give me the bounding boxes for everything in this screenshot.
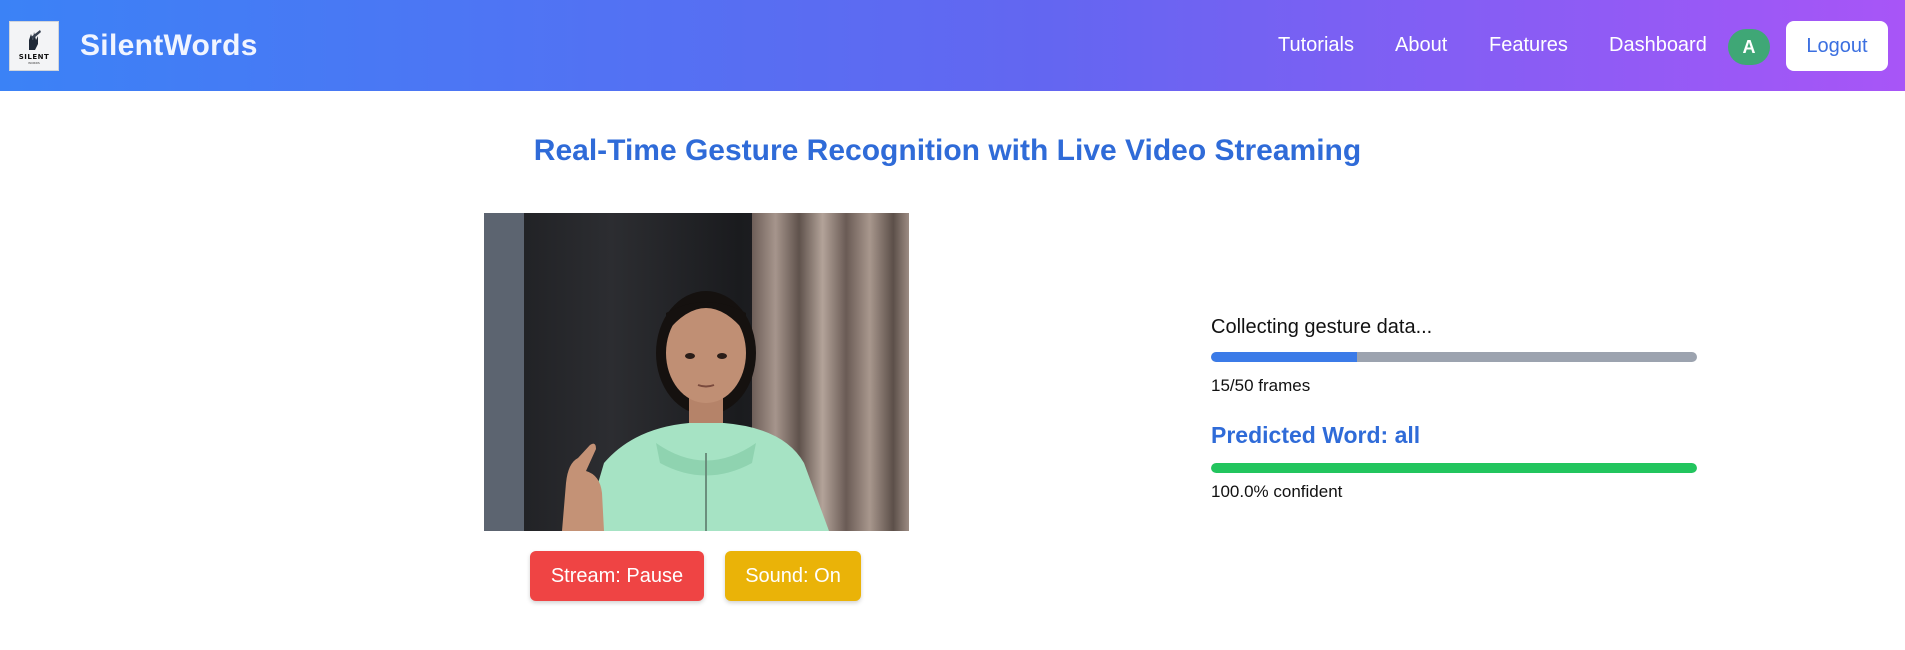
logo-subtext: WORDS <box>28 60 40 65</box>
navbar: SILENT WORDS SilentWords Tutorials About… <box>0 0 1905 91</box>
confidence-fill <box>1211 463 1697 473</box>
frame-progress-fill <box>1211 352 1357 362</box>
confidence-bar <box>1211 463 1697 473</box>
nav-link-dashboard[interactable]: Dashboard <box>1609 34 1707 57</box>
webcam-feed-image <box>484 213 909 531</box>
nav-link-tutorials[interactable]: Tutorials <box>1278 34 1354 57</box>
frame-progress-bar <box>1211 352 1697 362</box>
brand-logo[interactable]: SILENT WORDS <box>9 21 59 71</box>
logo-text: SILENT <box>18 52 50 61</box>
collection-status-text: Collecting gesture data... <box>1211 316 1433 338</box>
logout-button[interactable]: Logout <box>1786 21 1888 71</box>
live-video-stream <box>484 213 909 531</box>
page-title: Real-Time Gesture Recognition with Live … <box>533 134 1362 167</box>
hand-sign-logo-icon <box>29 29 41 50</box>
sound-toggle-button[interactable]: Sound: On <box>725 551 861 601</box>
frames-counter: 15/50 frames <box>1211 376 1311 395</box>
stream-toggle-button[interactable]: Stream: Pause <box>530 551 704 601</box>
nav-link-features[interactable]: Features <box>1489 34 1568 57</box>
nav-link-about[interactable]: About <box>1395 34 1447 57</box>
user-avatar[interactable]: A <box>1728 29 1770 65</box>
confidence-text: 100.0% confident <box>1211 482 1343 501</box>
predicted-word: Predicted Word: all <box>1211 422 1421 448</box>
brand-name[interactable]: SilentWords <box>80 29 258 63</box>
